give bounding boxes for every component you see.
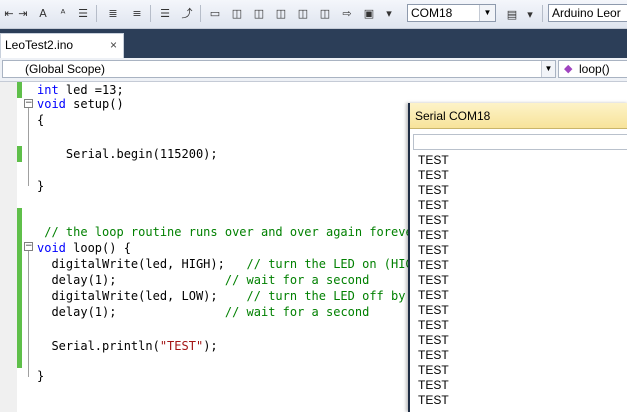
member-value: loop() (579, 62, 610, 76)
serial-line: TEST (418, 153, 449, 167)
code-token: "TEST" (159, 339, 204, 353)
chevron-down-icon[interactable]: ▾ (524, 5, 536, 23)
code-token: Serial.println( (37, 339, 160, 353)
chevron-down-icon[interactable]: ▼ (479, 5, 495, 21)
serial-line: TEST (418, 243, 449, 257)
serial-line: TEST (418, 168, 449, 182)
code-line[interactable]: void loop() { (37, 240, 131, 256)
code-line[interactable]: void setup() (37, 96, 124, 112)
scope-value: (Global Scope) (25, 62, 106, 76)
code-line[interactable]: Serial.begin(115200); (37, 146, 218, 162)
change-bar (17, 82, 22, 98)
member-combo[interactable]: ◆ loop() (558, 60, 627, 78)
code-line[interactable]: { (37, 112, 44, 128)
code-token: { (37, 113, 45, 127)
code-token: } (37, 369, 45, 383)
uncomment-icon[interactable]: ≡ (128, 4, 146, 22)
tab-leotest2[interactable]: LeoTest2.ino × (0, 33, 124, 58)
code-token: // wait for a second (224, 305, 370, 319)
comment-icon[interactable]: ≣ (104, 4, 122, 22)
serial-line: TEST (418, 258, 449, 272)
serial-line: TEST (418, 213, 449, 227)
bookmark-prev-icon[interactable]: ▭ (206, 4, 224, 22)
serial-line: TEST (418, 348, 449, 362)
code-token: loop() { (65, 241, 131, 255)
bookmark-next-icon[interactable]: ◫ (228, 4, 246, 22)
serial-line: TEST (418, 273, 449, 287)
close-icon[interactable]: × (110, 34, 117, 56)
code-token: // turn the LED off by m (246, 289, 420, 303)
port-combo[interactable]: COM18 ▼ (407, 4, 496, 22)
bookmark-clear-icon[interactable]: ◫ (250, 4, 268, 22)
toolbar: ⇤ ⇥ A ᴬ ☰ ≣ ≡ ☰ ⤴ ▭ ◫ ◫ ◫ ◫ ◫ ⇨ ▣ ▾ COM1… (0, 0, 627, 29)
indent-icon[interactable]: ⇥ (14, 4, 32, 22)
serial-line: TEST (418, 318, 449, 332)
code-token: delay(1); (37, 273, 225, 287)
chevron-down-icon[interactable]: ▼ (541, 61, 555, 77)
bookmark-folder-icon[interactable]: ◫ (272, 4, 290, 22)
more-icon[interactable]: ▾ (380, 4, 398, 22)
serial-send-input[interactable] (413, 134, 627, 150)
code-token: digitalWrite(led, HIGH); (37, 257, 247, 271)
format-left-icon[interactable]: A (34, 4, 52, 22)
code-token: } (37, 179, 45, 193)
bookmark-folder-icon[interactable]: ◫ (294, 4, 312, 22)
collapse-icon[interactable]: − (24, 99, 33, 108)
code-token: Serial.begin(115200); (37, 147, 218, 161)
bookmark-icon[interactable]: ⤴ (178, 4, 196, 22)
font-size-icon[interactable]: ᴬ (54, 4, 72, 22)
board-combo[interactable]: Arduino Leor (548, 4, 627, 22)
serial-line: TEST (418, 333, 449, 347)
code-token: led =13; (58, 83, 124, 97)
code-line[interactable]: delay(1); // wait for a second (37, 304, 369, 320)
code-line[interactable]: digitalWrite(led, HIGH); // turn the LED… (37, 256, 420, 272)
scope-combo[interactable]: (Global Scope) ▼ (2, 60, 556, 78)
code-token: // wait for a second (224, 273, 370, 287)
code-token: ); (203, 339, 218, 353)
code-token: void (37, 97, 66, 111)
code-line[interactable]: Serial.println("TEST"); (37, 338, 218, 354)
code-token: setup() (65, 97, 124, 111)
code-line[interactable]: digitalWrite(led, LOW); // turn the LED … (37, 288, 420, 304)
bookmark-folder-icon[interactable]: ⇨ (338, 4, 356, 22)
code-token: // the loop routine runs over and over a… (37, 225, 420, 239)
collapse-icon[interactable]: − (24, 242, 33, 251)
bookmark-folder-icon[interactable]: ◫ (316, 4, 334, 22)
code-line[interactable]: } (37, 368, 44, 384)
scope-bar: (Global Scope) ▼ ◆ loop() (0, 58, 627, 82)
code-token: delay(1); (37, 305, 225, 319)
port-combo-value: COM18 (411, 6, 453, 20)
code-token: digitalWrite(led, LOW); (37, 289, 247, 303)
serial-line: TEST (418, 393, 449, 407)
board-combo-value: Arduino Leor (552, 6, 621, 20)
code-token: void (37, 241, 66, 255)
tab-label: LeoTest2.ino (5, 38, 74, 52)
tab-strip: LeoTest2.ino × (0, 29, 627, 58)
change-bar (17, 208, 22, 368)
format-right-icon[interactable]: ☰ (156, 4, 174, 22)
code-line[interactable]: delay(1); // wait for a second (37, 272, 369, 288)
code-line[interactable]: } (37, 178, 44, 194)
serial-monitor-window[interactable]: Serial COM18 TEST TEST TEST TEST TEST TEST TES… (408, 103, 627, 412)
method-icon: ◆ (564, 63, 573, 75)
text-wrap-icon[interactable]: ☰ (74, 4, 92, 22)
serial-line: TEST (418, 303, 449, 317)
serial-line: TEST (418, 363, 449, 377)
code-line[interactable]: // the loop routine runs over and over a… (37, 224, 420, 240)
serial-line: TEST (418, 288, 449, 302)
code-token: int (37, 83, 59, 97)
serial-line: TEST (418, 378, 449, 392)
serial-monitor-title: Serial COM18 (410, 103, 627, 129)
find-icon[interactable]: ▣ (360, 4, 378, 22)
serial-line: TEST (418, 228, 449, 242)
serial-line: TEST (418, 198, 449, 212)
code-token: // turn the LED on (HIGH (246, 257, 420, 271)
serial-line: TEST (418, 183, 449, 197)
serial-monitor-icon[interactable]: ▤ (502, 5, 522, 23)
editor-gutter (0, 82, 17, 412)
change-bar (17, 146, 22, 162)
